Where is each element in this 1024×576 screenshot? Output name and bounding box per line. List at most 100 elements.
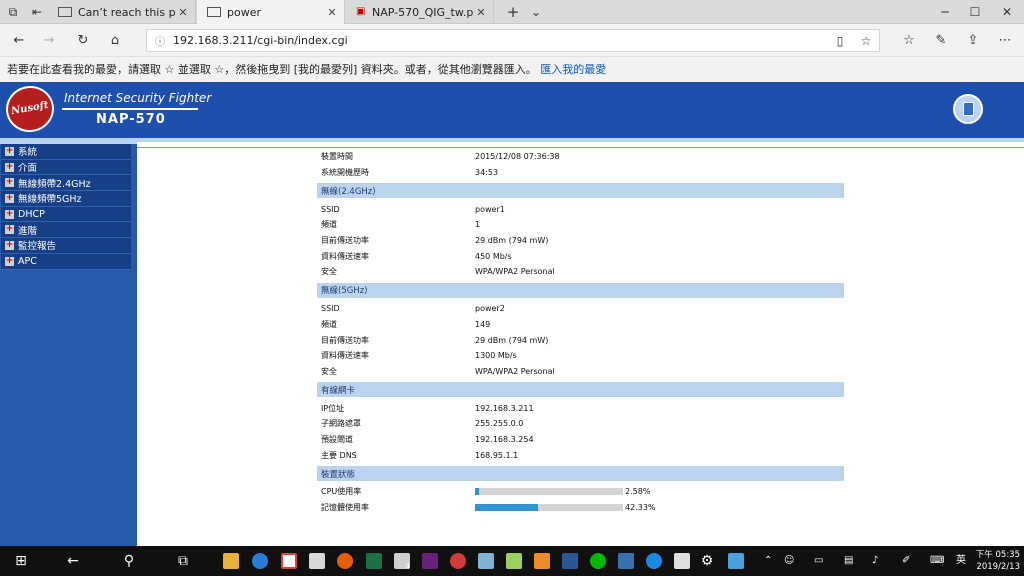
minimize-icon[interactable]: ─ [936,3,954,21]
row-value: 34:53 [475,168,499,178]
tab-label: NAP-570_QIG_tw.pdf [372,5,473,19]
app-icon[interactable] [309,553,325,569]
favorite-star-icon[interactable]: ☆ [853,34,879,48]
task-view-icon[interactable]: ⧉ [174,552,192,570]
chrome-google-icon[interactable] [281,553,297,569]
refresh-icon[interactable]: ↻ [74,32,92,50]
section-wireless-24: 無線(2.4GHz) [317,183,844,199]
tab-power[interactable]: power ✕ [197,0,345,24]
expand-icon: + [5,208,14,219]
app-icon[interactable] [674,553,690,569]
brand-subtitle: Internet Security Fighter [64,91,212,105]
edge-icon[interactable] [646,553,662,569]
search-icon[interactable]: ⚲ [120,552,138,570]
app-icon[interactable] [450,553,466,569]
maximize-icon[interactable]: ☐ [966,3,984,21]
app-icon[interactable] [506,553,522,569]
row-label: 資料傳送速率 [321,351,369,361]
section-device-status: 裝置狀態 [317,466,844,481]
back-icon[interactable]: ← [10,32,28,50]
excel-icon[interactable] [366,553,382,569]
firefox-icon[interactable] [337,553,353,569]
expand-icon: + [5,239,14,250]
row-value: 450 Mb/s [475,251,512,261]
tab-bar: ⧉ ⇤ Can’t reach this page ✕ power ✕ ▣ NA… [0,0,1024,24]
app-icon[interactable] [478,553,494,569]
status-row: 頻道 1 [317,217,844,233]
tab-list-button[interactable]: ⌄ [527,3,545,21]
import-favorites-link[interactable]: 匯入我的最愛 [540,63,606,76]
app-icon[interactable] [728,553,744,569]
status-row: SSID power1 [317,201,844,217]
row-label: IP位址 [321,403,345,413]
expand-icon: + [5,161,14,172]
close-tab-icon[interactable]: ✕ [473,6,489,19]
reading-view-icon[interactable]: ▯ [827,34,853,48]
row-value: 255.255.0.0 [475,419,524,429]
clock[interactable]: 下午 05:35 2019/2/13 [962,549,1020,573]
site-info-icon[interactable]: ⓘ [147,33,173,48]
page-icon [58,7,72,17]
address-bar[interactable]: ⓘ 192.168.3.211/cgi-bin/index.cgi ▯ ☆ [146,29,880,52]
network-icon[interactable]: ▤ [844,555,853,567]
menu-apc[interactable]: + APC [1,253,131,270]
menu-advanced[interactable]: + 進階 [1,222,131,239]
row-label: SSID [321,304,340,314]
new-tab-button[interactable]: + [504,3,522,21]
address-url[interactable]: 192.168.3.211/cgi-bin/index.cgi [173,34,827,47]
close-window-icon[interactable]: ✕ [998,3,1016,21]
page-icon [207,7,221,17]
volume-icon[interactable]: ♪ [872,555,878,567]
menu-monitor-report[interactable]: + 監控報告 [1,238,131,254]
line-icon[interactable] [590,553,606,569]
router-sidebar: + 系統 + 介面 + 無線頻帶2.4GHz + 無線頻帶5GHz + DHCP + 進階 … [0,138,137,546]
menu-label: 無線頻帶2.4GHz [18,178,91,190]
expand-icon: + [5,192,14,203]
battery-icon[interactable]: ▭ [814,555,823,567]
status-row: 目前傳送功率 29 dBm (794 mW) [317,332,844,348]
file-explorer-icon[interactable] [223,553,239,569]
back-icon[interactable]: ← [64,552,82,570]
logout-button[interactable] [953,94,983,124]
memory-usage-fill [475,504,538,512]
clock-date: 2019/2/13 [976,562,1020,572]
web-note-icon[interactable]: ✎ [932,32,950,50]
status-row: 目前傳送功率 29 dBm (794 mW) [317,233,844,249]
menu-label: 監控報告 [18,241,57,253]
menu-interface[interactable]: + 介面 [1,159,131,176]
start-icon[interactable]: ⊞ [12,552,30,570]
row-value: 29 dBm (794 mW) [475,335,549,345]
app-icon[interactable] [618,553,634,569]
xampp-icon[interactable] [534,553,550,569]
menu-dhcp[interactable]: + DHCP [1,206,131,223]
share-icon[interactable]: ⇪ [964,32,982,50]
close-tab-icon[interactable]: ✕ [324,6,340,19]
word-icon[interactable] [562,553,578,569]
menu-label: APC [18,255,37,267]
row-label: 目前傳送功率 [321,335,369,345]
forward-icon[interactable]: → [40,32,58,50]
favorites-hub-icon[interactable]: ☆ [900,32,918,50]
menu-label: 無線頻帶5GHz [18,194,82,206]
show-hidden-icons[interactable]: ⌃ [764,555,772,567]
settings-icon[interactable]: ⚙ [698,552,716,570]
row-value: 1 [475,220,481,230]
home-icon[interactable]: ⌂ [106,32,124,50]
menu-wireless-5[interactable]: + 無線頻帶5GHz [1,191,131,207]
row-value: WPA/WPA2 Personal [475,267,555,277]
router-header: Nusoft Internet Security Fighter NAP-570 [0,82,1024,138]
tab-pdf[interactable]: ▣ NAP-570_QIG_tw.pdf ✕ [346,0,494,24]
visual-studio-icon[interactable] [422,553,438,569]
menu-wireless-24[interactable]: + 無線頻帶2.4GHz [1,175,131,192]
people-icon[interactable]: ☺ [784,555,794,567]
memory-usage-percent: 42.33% [625,503,656,513]
tab-cant-reach[interactable]: Can’t reach this page ✕ [48,0,196,24]
set-tabs-aside-icon[interactable]: ⇤ [28,3,46,21]
close-tab-icon[interactable]: ✕ [175,6,191,19]
pen-icon[interactable]: ✐ [902,555,910,567]
tab-preview-icon[interactable]: ⧉ [4,3,22,21]
more-options-icon[interactable]: ⋯ [996,32,1014,50]
menu-system[interactable]: + 系統 [1,144,131,160]
media-icon[interactable] [252,553,268,569]
keyboard-icon[interactable]: ⌨ [930,555,944,567]
